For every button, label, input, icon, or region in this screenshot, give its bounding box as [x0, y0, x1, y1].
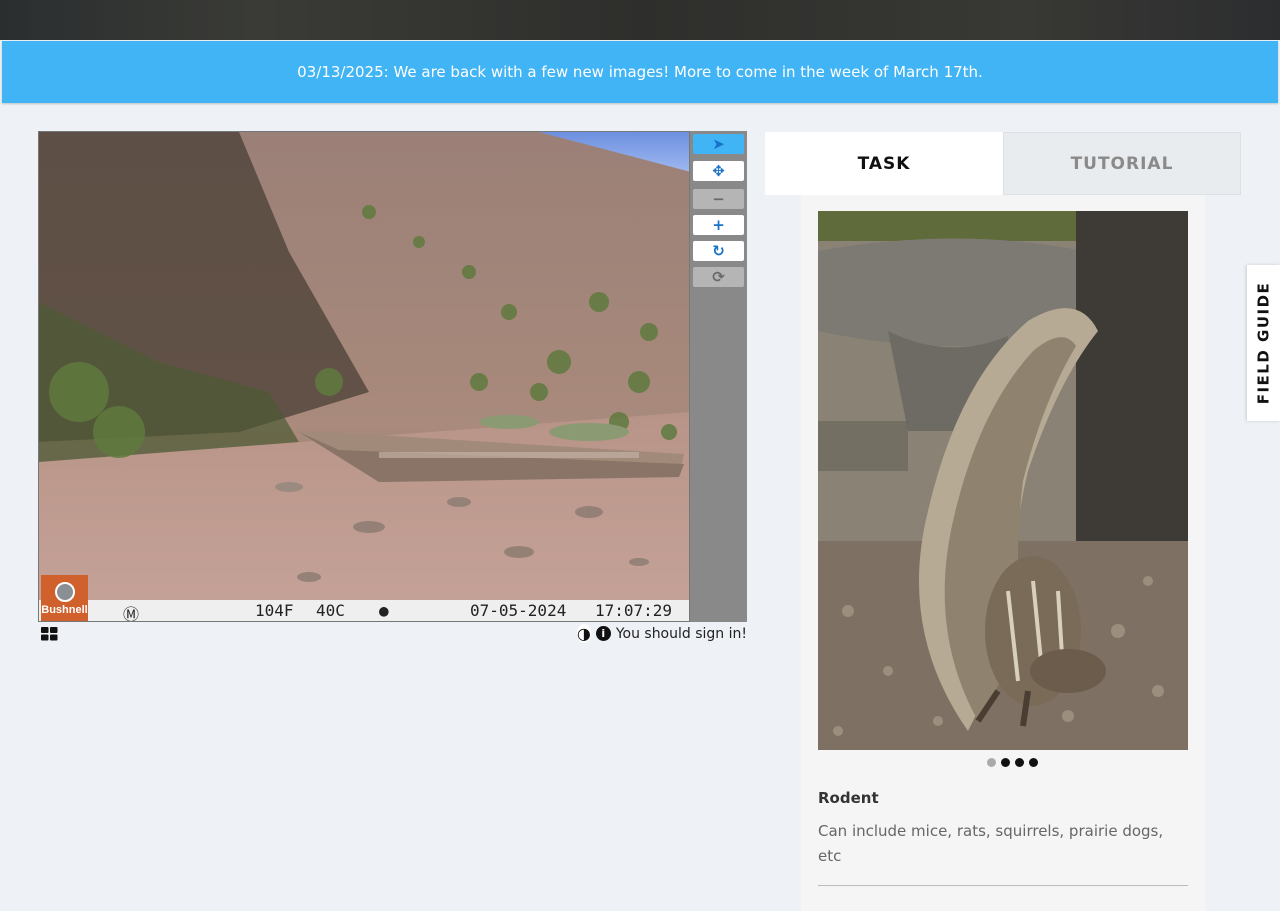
guide-card: Rodent Can include mice, rats, squirrels…	[801, 195, 1205, 911]
announcement-text: 03/13/2025: We are back with a few new i…	[297, 63, 983, 81]
pointer-icon: ➤	[712, 135, 725, 153]
camera-mode: Ⓜ	[123, 605, 140, 622]
field-guide-label: FIELD GUIDE	[1254, 281, 1273, 405]
capture-time: 17:07:29	[595, 601, 673, 620]
rodent-example-image	[818, 211, 1188, 750]
tab-task[interactable]: TASK	[765, 132, 1003, 195]
viewer-meta-bar: ◑ i You should sign in!	[38, 624, 747, 646]
sign-in-prompt[interactable]: You should sign in!	[616, 626, 747, 642]
rotate-icon: ↻	[712, 242, 725, 260]
option-title: Rodent	[818, 789, 879, 807]
contrast-icon[interactable]: ◑	[576, 624, 591, 643]
move-icon: ✥	[712, 162, 725, 180]
zoom-in-button[interactable]: +	[693, 215, 744, 235]
carousel-dot[interactable]	[1000, 757, 1010, 767]
announcement-banner: 03/13/2025: We are back with a few new i…	[2, 41, 1278, 103]
move-tool-button[interactable]: ✥	[693, 161, 744, 181]
grid-view-icon[interactable]	[41, 627, 58, 641]
panel-tabs: TASK TUTORIAL	[765, 132, 1241, 195]
viewer-toolbar: ➤ ✥ − + ↻ ⟳	[690, 131, 747, 622]
carousel-dot[interactable]	[1028, 757, 1038, 767]
task-panel: TASK TUTORIAL Rodent Can include mice, r…	[765, 132, 1241, 911]
squirrel-photo	[818, 211, 1188, 750]
camera-info-strip: Ⓜ 104F 40C ● 07-05-2024 17:07:29	[39, 600, 689, 621]
info-icon[interactable]: i	[595, 626, 611, 641]
carousel-dot[interactable]	[1014, 757, 1024, 767]
pointer-tool-button[interactable]: ➤	[693, 134, 744, 154]
top-navigation-bar	[0, 0, 1280, 40]
moon-phase-icon: ●	[379, 601, 389, 620]
divider	[818, 885, 1188, 886]
temperature-f: 104F	[255, 601, 294, 620]
bushnell-logo: Bushnell	[41, 575, 88, 621]
rotate-button[interactable]: ↻	[693, 241, 744, 261]
image-carousel-dots	[801, 755, 1205, 769]
bushnell-logo-text: Bushnell	[41, 604, 88, 616]
reset-view-button[interactable]: ⟳	[693, 267, 744, 287]
option-description: Can include mice, rats, squirrels, prair…	[818, 822, 1164, 865]
camera-trap-scene	[39, 132, 689, 621]
capture-date: 07-05-2024	[470, 601, 567, 620]
field-guide-button[interactable]: FIELD GUIDE	[1247, 265, 1280, 421]
reset-icon: ⟳	[712, 268, 725, 286]
temperature-c: 40C	[316, 601, 345, 620]
zoom-out-button[interactable]: −	[693, 189, 744, 209]
subject-viewer[interactable]: Ⓜ 104F 40C ● 07-05-2024 17:07:29 Bushnel…	[38, 131, 747, 622]
tab-tutorial[interactable]: TUTORIAL	[1003, 132, 1241, 195]
zoom-in-icon: +	[712, 216, 725, 234]
camera-trap-image[interactable]: Ⓜ 104F 40C ● 07-05-2024 17:07:29 Bushnel…	[38, 131, 690, 622]
zoom-out-icon: −	[712, 190, 725, 208]
bushnell-emblem-icon	[54, 582, 75, 602]
carousel-dot[interactable]	[986, 757, 996, 767]
